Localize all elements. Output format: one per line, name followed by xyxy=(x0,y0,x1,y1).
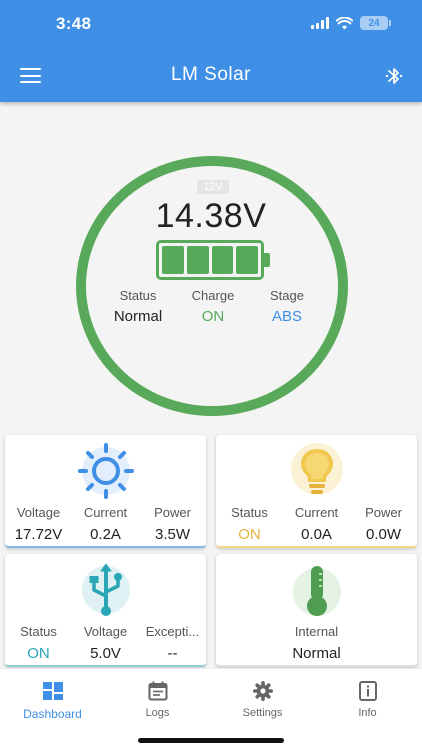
status-icons: 24 xyxy=(311,16,391,30)
cellular-signal-icon xyxy=(311,17,329,29)
battery-status-label: Status xyxy=(119,288,157,303)
usb-status-label: Status xyxy=(20,624,57,639)
solar-voltage-label: Voltage xyxy=(16,505,61,520)
battery-charge-label: Charge xyxy=(191,288,235,303)
battery-level-icon xyxy=(156,240,272,280)
load-power: Power 0.0W xyxy=(350,505,417,543)
battery-stage-label: Stage xyxy=(270,288,304,303)
load-current: Current 0.0A xyxy=(283,505,350,543)
app-title: LM Solar xyxy=(170,64,252,85)
load-power-value: 0.0W xyxy=(365,526,401,543)
usb-exception-label: Excepti... xyxy=(145,624,200,639)
wifi-icon xyxy=(336,16,353,29)
internal-temperature-label: Internal xyxy=(294,624,339,639)
app-header: 3:48 24 LM Solar xyxy=(0,0,422,102)
solar-power-label: Power xyxy=(154,505,191,520)
load-current-value: 0.0A xyxy=(301,526,332,543)
sun-icon xyxy=(77,443,134,499)
usb-voltage: Voltage 5.0V xyxy=(72,624,139,662)
usb-exception-value: -- xyxy=(167,645,178,662)
home-indicator[interactable] xyxy=(138,738,284,743)
solar-current: Current 0.2A xyxy=(72,505,139,543)
usb-exception: Excepti... -- xyxy=(139,624,206,662)
battery-charge-value: ON xyxy=(201,308,225,325)
bluetooth-icon[interactable] xyxy=(384,65,404,87)
nav-dashboard[interactable]: Dashboard xyxy=(0,669,105,721)
load-status: Status ON xyxy=(216,505,283,543)
solar-panel-card[interactable]: Voltage 17.72V Current 0.2A Power 3.5W xyxy=(5,435,206,548)
load-status-value: ON xyxy=(238,526,261,543)
usb-card[interactable]: Status ON Voltage 5.0V Excepti... -- xyxy=(5,554,206,667)
solar-power: Power 3.5W xyxy=(139,505,206,543)
info-icon xyxy=(358,681,377,701)
load-current-label: Current xyxy=(294,505,339,520)
thermometer-icon xyxy=(292,566,341,616)
solar-current-value: 0.2A xyxy=(90,526,121,543)
battery-charge: Charge ON xyxy=(173,288,253,325)
battery-cell xyxy=(186,246,209,274)
battery-cell xyxy=(236,246,258,274)
battery-status-icon: 24 xyxy=(360,16,391,30)
internal-temperature: Internal Normal xyxy=(216,624,417,662)
nav-settings-label: Settings xyxy=(242,707,283,719)
gear-icon xyxy=(252,681,273,701)
usb-status: Status ON xyxy=(5,624,72,662)
solar-power-value: 3.5W xyxy=(154,526,190,543)
load-status-label: Status xyxy=(231,505,268,520)
internal-temperature-value: Normal xyxy=(292,645,341,662)
status-time: 3:48 xyxy=(56,14,92,33)
usb-icon xyxy=(81,563,130,616)
usb-voltage-value: 5.0V xyxy=(90,645,121,662)
system-voltage-badge: 12V xyxy=(197,180,229,194)
solar-current-label: Current xyxy=(83,505,128,520)
nav-dashboard-label: Dashboard xyxy=(23,707,82,721)
battery-status: Status Normal xyxy=(98,288,178,325)
temperature-card[interactable]: Internal Normal xyxy=(216,554,417,667)
battery-status-value: Normal xyxy=(113,308,163,325)
battery-stage-value: ABS xyxy=(271,308,302,325)
battery-stage: Stage ABS xyxy=(247,288,327,325)
solar-voltage-value: 17.72V xyxy=(14,526,63,543)
calendar-icon xyxy=(148,681,167,701)
battery-cell xyxy=(162,246,184,274)
dashboard-icon xyxy=(42,682,63,700)
solar-voltage: Voltage 17.72V xyxy=(5,505,72,543)
load-card[interactable]: Status ON Current 0.0A Power 0.0W xyxy=(216,435,417,548)
nav-logs[interactable]: Logs xyxy=(105,669,210,719)
nav-logs-label: Logs xyxy=(145,707,170,719)
usb-voltage-label: Voltage xyxy=(83,624,128,639)
nav-settings[interactable]: Settings xyxy=(210,669,315,719)
battery-gauge-ring xyxy=(76,156,348,416)
lightbulb-icon xyxy=(290,443,343,495)
usb-status-value: ON xyxy=(27,645,50,662)
battery-cell xyxy=(211,246,234,274)
load-power-label: Power xyxy=(365,505,402,520)
nav-info[interactable]: Info xyxy=(315,669,420,719)
nav-info-label: Info xyxy=(358,707,377,719)
battery-voltage: 14.38V xyxy=(155,197,267,235)
